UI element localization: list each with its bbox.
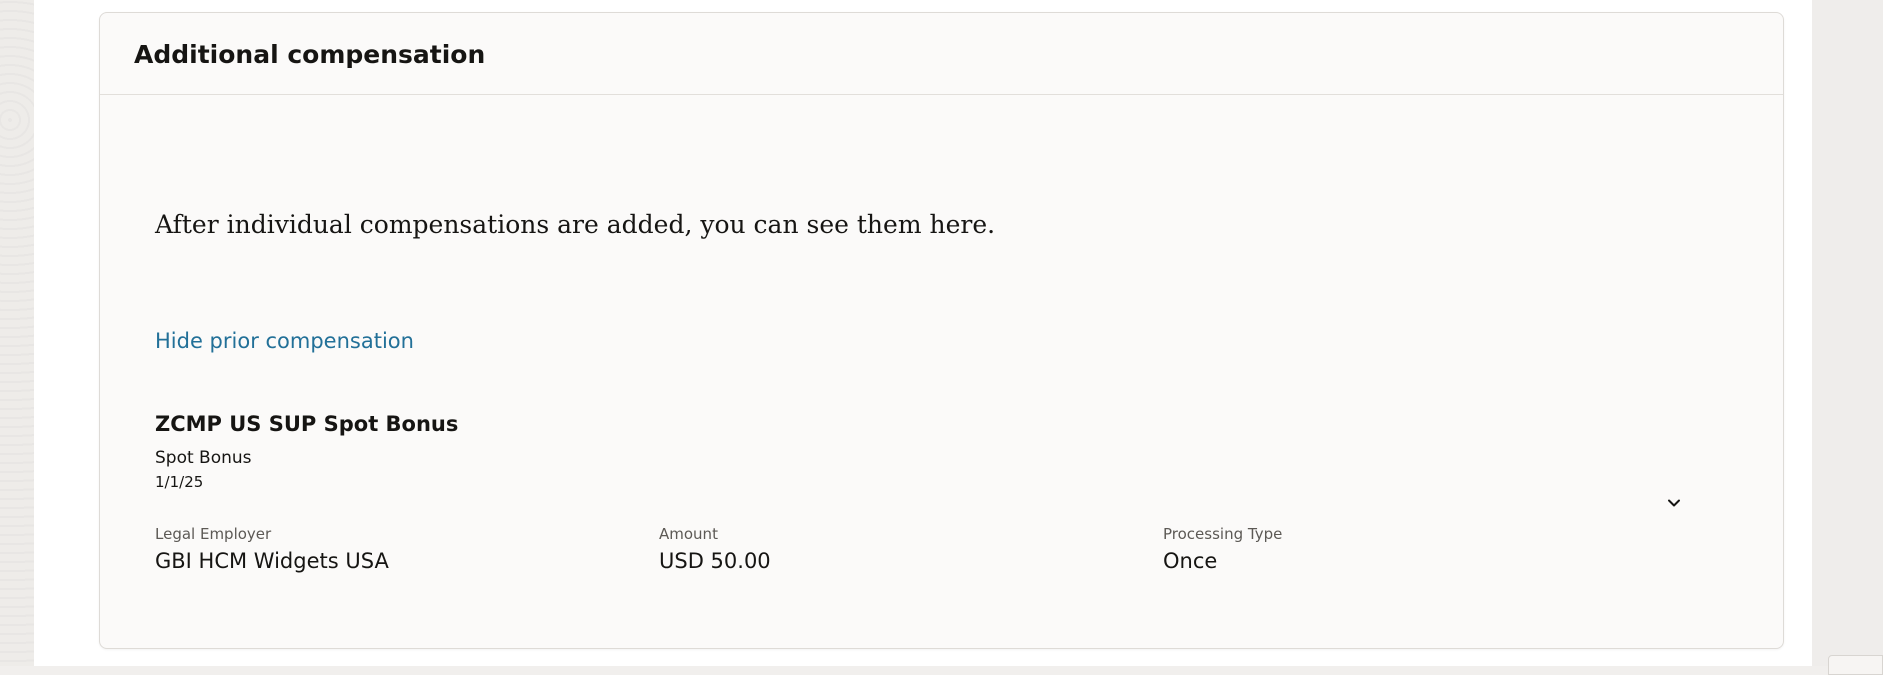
card-header: Additional compensation [100, 13, 1783, 95]
chevron-down-icon [1668, 499, 1680, 507]
legal-employer-field: Legal Employer GBI HCM Widgets USA [155, 525, 389, 573]
additional-compensation-card: Additional compensation After individual… [99, 12, 1784, 649]
hide-prior-compensation-link[interactable]: Hide prior compensation [155, 329, 414, 353]
legal-employer-value: GBI HCM Widgets USA [155, 549, 389, 573]
processing-type-label: Processing Type [1163, 525, 1283, 543]
right-edge-strip [1812, 0, 1883, 666]
right-edge-tab[interactable] [1828, 655, 1883, 675]
legal-employer-label: Legal Employer [155, 525, 272, 543]
amount-value: USD 50.00 [659, 549, 771, 573]
compensation-name: ZCMP US SUP Spot Bonus [155, 412, 459, 436]
compensation-item: ZCMP US SUP Spot Bonus Spot Bonus 1/1/25… [155, 412, 1755, 582]
processing-type-value: Once [1163, 549, 1218, 573]
compensation-date: 1/1/25 [155, 473, 204, 491]
processing-type-field: Processing Type Once [1163, 525, 1282, 573]
empty-state-message: After individual compensations are added… [155, 210, 996, 239]
amount-field: Amount USD 50.00 [659, 525, 771, 573]
expand-details-button[interactable] [1662, 491, 1686, 515]
compensation-type: Spot Bonus [155, 448, 252, 468]
background-texture [0, 0, 34, 666]
section-title: Additional compensation [134, 40, 486, 69]
amount-label: Amount [659, 525, 718, 543]
